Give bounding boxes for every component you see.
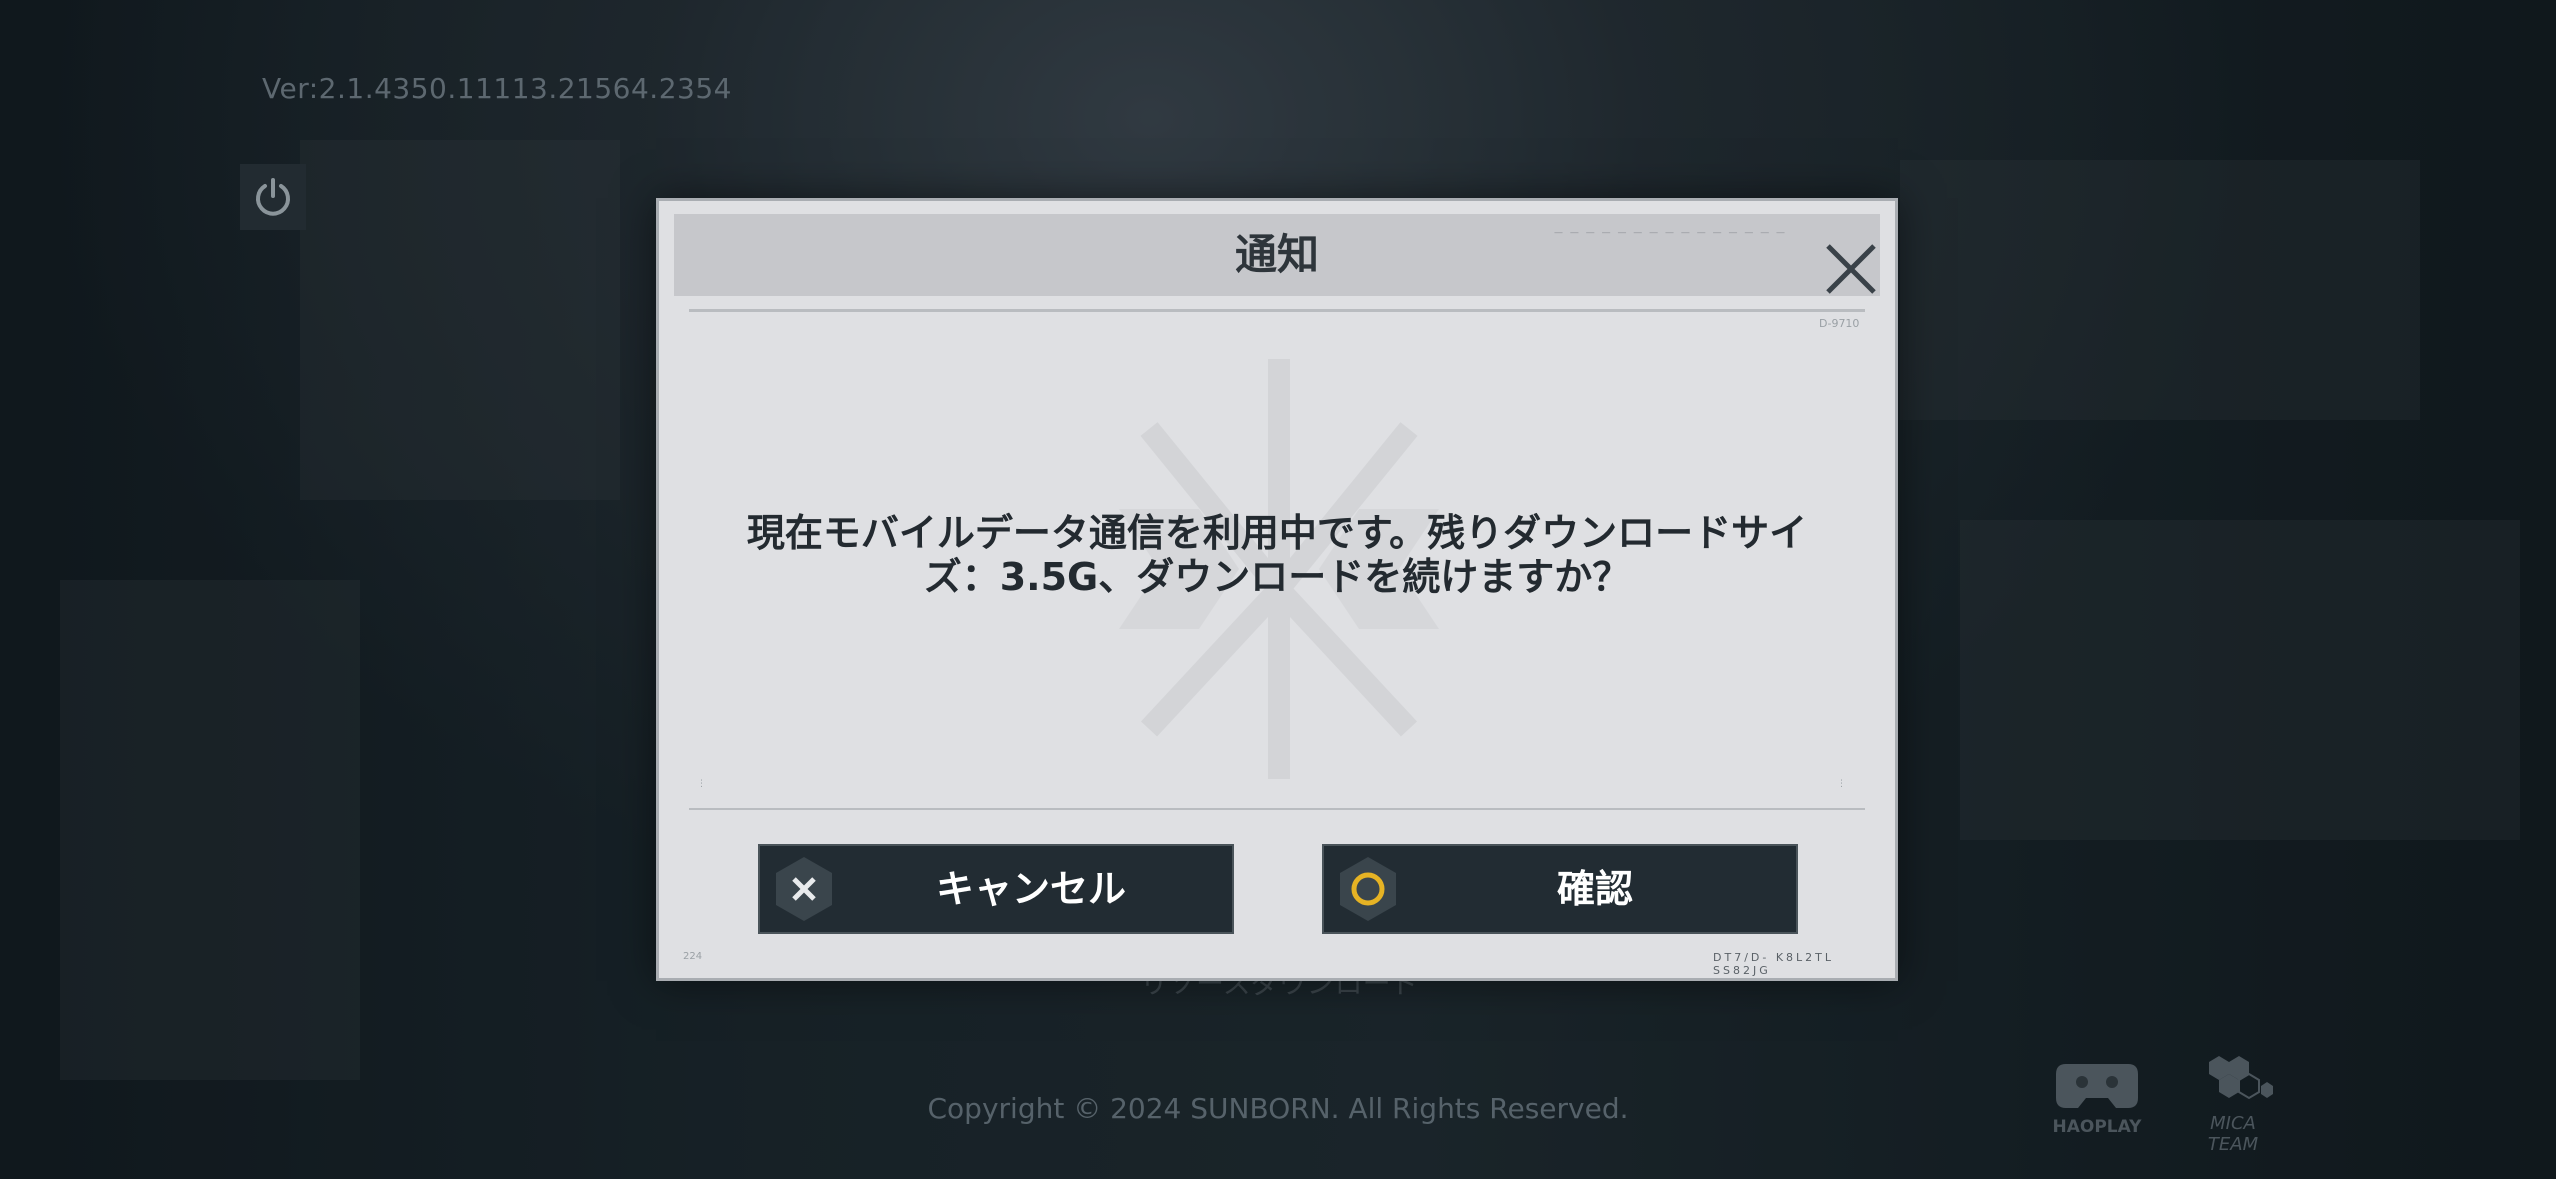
close-icon bbox=[1826, 244, 1876, 294]
dialog-title: 通知 bbox=[1234, 230, 1319, 279]
footer-left-code: 224 bbox=[683, 951, 703, 962]
version-label: Ver:2.1.4350.11113.21564.2354 bbox=[262, 72, 732, 105]
corner-mark-right: ⋮ bbox=[1837, 779, 1846, 789]
mica-team-logo: MICA TEAM bbox=[2188, 1052, 2278, 1155]
confirm-button-label: 確認 bbox=[1556, 867, 1633, 911]
haoplay-logo-label: HAOPLAY bbox=[2052, 1117, 2142, 1137]
power-button[interactable] bbox=[240, 164, 306, 230]
notification-dialog: 通知 — — — — — — — — — — — — — — — D-9710 … bbox=[656, 198, 1898, 981]
header-decoration-text: — — — — — — — — — — — — — — — bbox=[1554, 228, 1788, 238]
footer-code: DT7/D- K8L2TL SS82JG bbox=[1713, 951, 1835, 977]
dialog-message: 現在モバイルデータ通信を利用中です。残りダウンロードサイ ズ：3.5G、ダウンロ… bbox=[719, 511, 1835, 599]
confirm-circle-icon bbox=[1340, 857, 1396, 921]
cancel-button-label: キャンセル bbox=[935, 867, 1126, 911]
corner-mark-left: ⋮ bbox=[697, 779, 706, 789]
divider-bottom bbox=[689, 808, 1865, 810]
serial-code: D-9710 bbox=[1819, 317, 1860, 330]
close-button[interactable] bbox=[1822, 240, 1880, 298]
dialog-header: 通知 — — — — — — — — — — — — — — — bbox=[674, 214, 1880, 296]
dialog-message-line2: ズ：3.5G、ダウンロードを続けますか？ bbox=[923, 555, 1631, 599]
cancel-x-icon bbox=[776, 857, 832, 921]
hexagon-cluster-icon bbox=[2209, 1056, 2273, 1100]
cancel-button[interactable]: キャンセル bbox=[758, 844, 1234, 934]
mica-team-logo-label: MICA TEAM bbox=[2207, 1113, 2259, 1155]
gamepad-icon bbox=[2056, 1064, 2138, 1108]
dialog-message-line1: 現在モバイルデータ通信を利用中です。残りダウンロードサイ bbox=[746, 511, 1808, 555]
divider-top bbox=[689, 309, 1865, 312]
copyright-text: Copyright © 2024 SUNBORN. All Rights Res… bbox=[927, 1092, 1629, 1125]
power-icon bbox=[256, 178, 290, 216]
haoplay-logo: HAOPLAY bbox=[2052, 1058, 2142, 1137]
confirm-button[interactable]: 確認 bbox=[1322, 844, 1798, 934]
